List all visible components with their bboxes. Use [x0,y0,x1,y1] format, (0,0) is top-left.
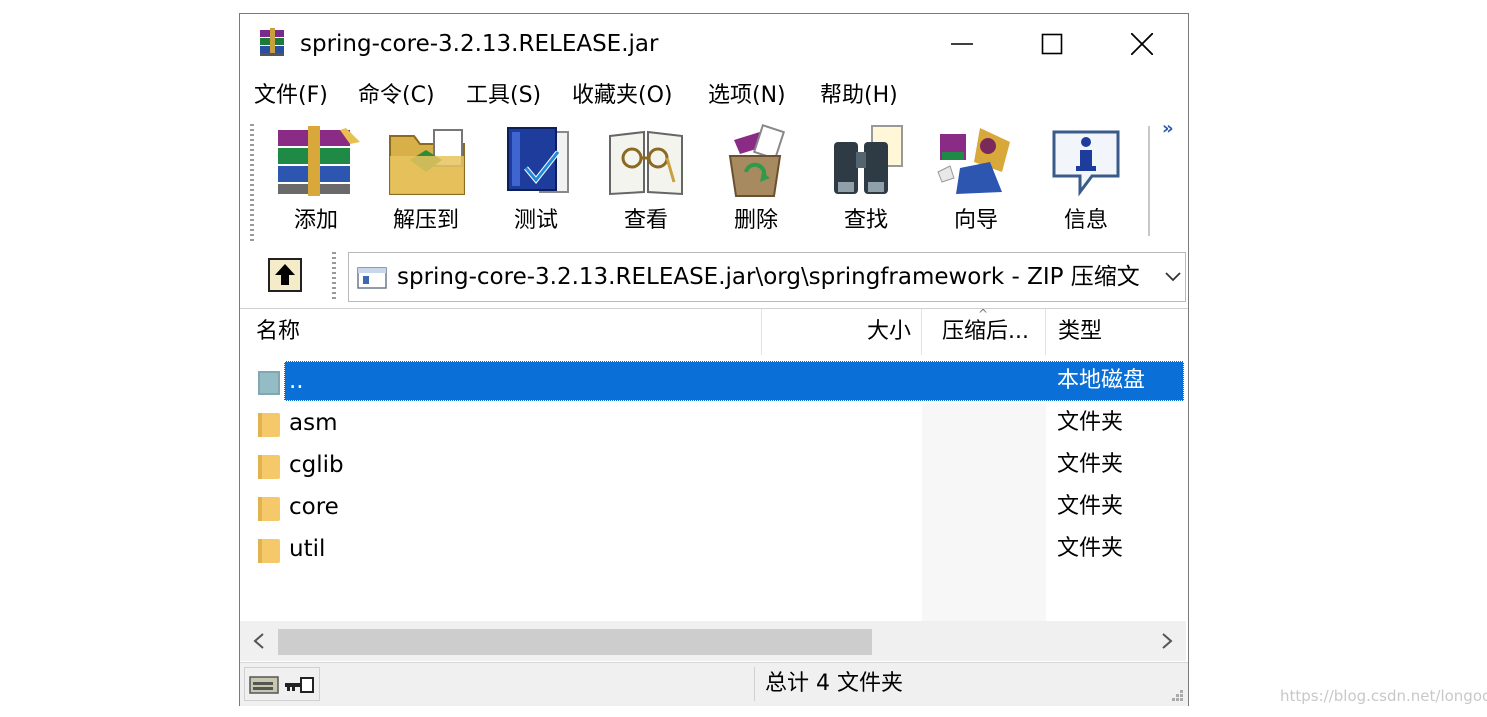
menu-command[interactable]: 命令(C) [358,80,435,112]
chevron-down-icon[interactable] [1161,261,1185,293]
file-row[interactable]: util 文件夹 [240,529,1186,571]
drive-icon [249,676,279,694]
test-button[interactable]: 测试 [486,122,586,242]
chevron-left-icon [253,633,264,649]
file-row[interactable]: cglib 文件夹 [240,445,1186,487]
status-icons [244,667,320,701]
file-name: util [289,536,326,562]
title-bar: spring-core-3.2.13.RELEASE.jar [240,14,1188,74]
find-button[interactable]: 查找 [816,122,916,242]
chevron-right-icon [1162,633,1173,649]
up-arrow-icon [268,258,302,292]
watermark: https://blog.csdn.net/longool [1280,687,1487,705]
menu-favorites[interactable]: 收藏夹(O) [572,80,672,112]
menu-help[interactable]: 帮助(H) [820,80,898,112]
winrar-app-icon [256,26,290,60]
file-type: 本地磁盘 [1057,368,1146,393]
extract-to-button[interactable]: 解压到 [376,122,476,242]
column-header-size[interactable]: 大小 [762,309,922,355]
column-header-type[interactable]: 类型 [1046,309,1186,355]
add-button[interactable]: 添加 [266,122,366,242]
maximize-button[interactable] [1022,22,1082,66]
folder-icon [258,497,280,521]
resize-grip-icon[interactable] [1168,686,1184,702]
toolbar-separator [1148,126,1150,236]
winrar-window: spring-core-3.2.13.RELEASE.jar 文件(F) 命令(… [239,13,1189,706]
delete-button[interactable]: 删除 [706,122,806,242]
scroll-right-button[interactable] [1148,621,1186,661]
file-name: asm [289,410,338,436]
zip-archive-icon [357,267,387,289]
file-row[interactable]: asm 文件夹 [240,403,1186,445]
key-icon [285,677,314,693]
folder-icon [258,455,280,479]
menu-file[interactable]: 文件(F) [254,80,328,112]
find-icon [834,125,903,194]
window-title: spring-core-3.2.13.RELEASE.jar [300,31,659,57]
file-name: core [289,494,339,520]
menu-options[interactable]: 选项(N) [708,80,786,112]
extract-to-icon [389,129,465,195]
address-combobox[interactable]: spring-core-3.2.13.RELEASE.jar\org\sprin… [348,252,1186,302]
parent-folder-icon [258,371,280,395]
sort-indicator-icon: ^ [978,307,989,321]
close-button[interactable] [1112,22,1172,66]
view-icon [609,130,683,196]
folder-icon [258,539,280,563]
file-name: cglib [289,452,344,478]
minimize-button[interactable] [932,22,992,66]
file-type: 文件夹 [1057,410,1124,435]
file-list: 名称 大小 压缩后... 类型 ^ .. 本地磁盘 asm 文件夹 cglib … [240,307,1188,661]
scroll-left-button[interactable] [240,621,278,661]
wizard-icon [937,128,1010,194]
file-type: 文件夹 [1057,452,1124,477]
status-summary: 总计 4 文件夹 [754,667,903,701]
horizontal-scrollbar[interactable] [240,621,1186,661]
address-path: spring-core-3.2.13.RELEASE.jar\org\sprin… [397,264,1140,290]
file-type: 文件夹 [1057,536,1124,561]
file-name: .. [289,368,304,394]
view-button[interactable]: 查看 [596,122,696,242]
toolbar: 添加 解压到 测试 查看 删除 查找 向导 信息 » [240,116,1188,248]
column-header-name[interactable]: 名称 [240,309,762,355]
delete-icon [728,124,786,197]
address-grip [332,252,336,302]
address-row: spring-core-3.2.13.RELEASE.jar\org\sprin… [240,248,1188,306]
menu-tools[interactable]: 工具(S) [466,80,541,112]
file-row[interactable]: core 文件夹 [240,487,1186,529]
toolbar-grip[interactable] [250,124,254,242]
toolbar-overflow-chevron-icon[interactable]: » [1162,118,1174,139]
folder-icon [258,413,280,437]
wizard-button[interactable]: 向导 [926,122,1026,242]
info-icon [1052,130,1120,197]
menu-bar: 文件(F) 命令(C) 工具(S) 收藏夹(O) 选项(N) 帮助(H) [240,76,1188,116]
file-type: 文件夹 [1057,494,1124,519]
status-bar: 总计 4 文件夹 [240,662,1188,706]
add-archive-icon [278,126,360,196]
file-row-parent[interactable]: .. 本地磁盘 [240,361,1186,403]
test-icon [507,127,569,193]
up-folder-button[interactable] [268,258,302,292]
info-button[interactable]: 信息 [1036,122,1136,242]
scrollbar-thumb[interactable] [278,629,872,655]
